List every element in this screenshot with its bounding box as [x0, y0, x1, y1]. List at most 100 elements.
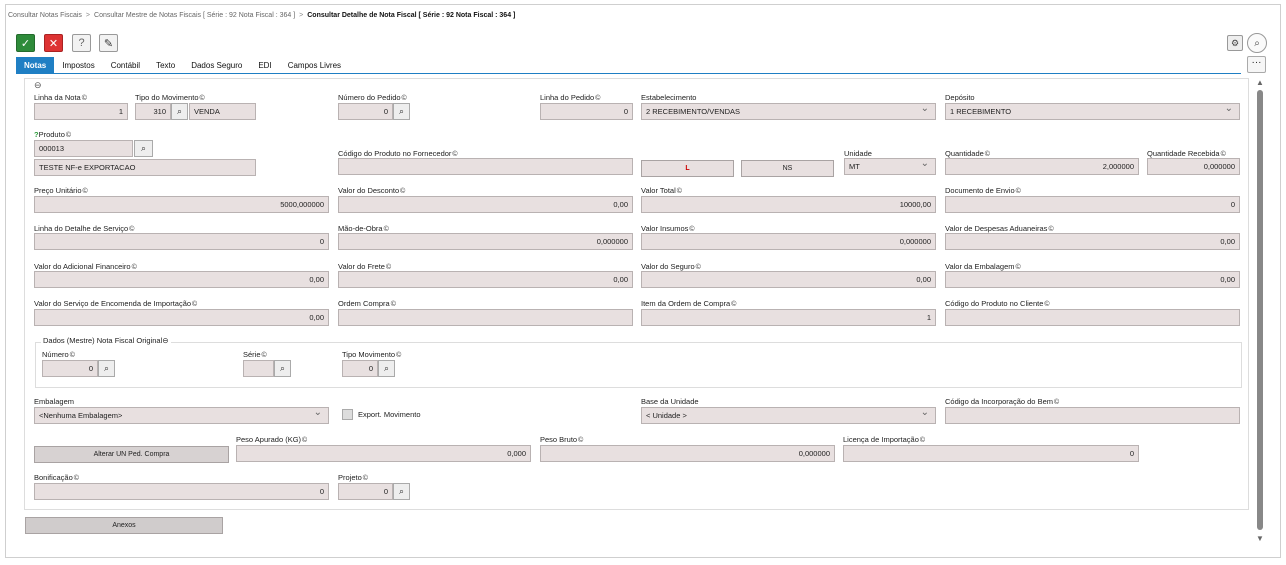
label-numero: Número©	[42, 350, 75, 359]
search-icon[interactable]: ⌕	[393, 483, 410, 500]
deposito-select[interactable]: 1 RECEBIMENTO	[945, 103, 1240, 120]
valor-embalagem-field[interactable]: 0,00	[945, 271, 1240, 288]
mao-obra-field[interactable]: 0,000000	[338, 233, 633, 250]
vertical-scrollbar[interactable]: ▲ ▼	[1256, 78, 1265, 544]
info-icon: ©	[199, 95, 205, 102]
info-icon: ©	[1054, 399, 1060, 406]
alterar-un-button[interactable]: Alterar UN Ped. Compra	[34, 446, 229, 463]
breadcrumb-item-mestre[interactable]: Consultar Mestre de Notas Fiscais [ Séri…	[94, 12, 295, 19]
desp-aduaneiras-field[interactable]: 0,00	[945, 233, 1240, 250]
l-box: L	[641, 160, 734, 177]
cod-cliente-field[interactable]	[945, 309, 1240, 326]
cod-incorp-field[interactable]	[945, 407, 1240, 424]
search-icon[interactable]: ⌕	[98, 360, 115, 377]
search-icon: ⌕	[1254, 37, 1260, 49]
linha-pedido-field[interactable]: 0	[540, 103, 633, 120]
search-icon[interactable]: ⌕	[274, 360, 291, 377]
info-icon: ©	[383, 226, 389, 233]
tipo-movimento-code-field[interactable]: 310	[135, 103, 171, 120]
label-projeto: Projeto©	[338, 473, 368, 482]
tools-button[interactable]: ✎	[99, 34, 118, 52]
tipo-movimento-orig-field[interactable]: 0	[342, 360, 378, 377]
confirm-button[interactable]: ✓	[16, 34, 35, 52]
adic-financeiro-field[interactable]: 0,00	[34, 271, 329, 288]
label-valor-desconto: Valor do Desconto©	[338, 186, 406, 195]
cod-fornecedor-field[interactable]	[338, 158, 633, 175]
numero-pedido-field[interactable]: 0	[338, 103, 393, 120]
tab-contabil[interactable]: Contábil	[103, 57, 148, 74]
item-ordem-field[interactable]: 1	[641, 309, 936, 326]
label-peso-apurado: Peso Apurado (KG)©	[236, 435, 308, 444]
doc-envio-field[interactable]: 0	[945, 196, 1240, 213]
tipo-movimento-desc-field[interactable]: VENDA	[189, 103, 256, 120]
breadcrumb-current: Consultar Detalhe de Nota Fiscal [ Série…	[307, 12, 516, 19]
label-valor-total: Valor Total©	[641, 186, 682, 195]
valor-insumos-field[interactable]: 0,000000	[641, 233, 936, 250]
label-linha-nota: Linha da Nota©	[34, 93, 87, 102]
settings-button[interactable]: ⚙	[1227, 35, 1243, 51]
label-item-ordem: Item da Ordem de Compra©	[641, 299, 737, 308]
search-icon[interactable]: ⌕	[378, 360, 395, 377]
scroll-thumb[interactable]	[1257, 90, 1263, 530]
tab-impostos[interactable]: Impostos	[54, 57, 102, 74]
qtd-recebida-field[interactable]: 0,000000	[1147, 158, 1240, 175]
ordem-compra-field[interactable]	[338, 309, 633, 326]
label-cod-cliente: Código do Produto no Cliente©	[945, 299, 1050, 308]
estabelecimento-select[interactable]: 2 RECEBIMENTO/VENDAS	[641, 103, 936, 120]
help-button[interactable]: ?	[72, 34, 91, 52]
linha-nota-field[interactable]: 1	[34, 103, 128, 120]
embalagem-select[interactable]: <Nenhuma Embalagem>	[34, 407, 329, 424]
produto-desc-field[interactable]: TESTE NF-e EXPORTACAO	[34, 159, 256, 176]
base-unidade-select[interactable]: < Unidade >	[641, 407, 936, 424]
info-icon: ©	[578, 437, 584, 444]
info-icon: ©	[919, 437, 926, 444]
search-icon[interactable]: ⌕	[171, 103, 188, 120]
gear-icon: ⚙	[1230, 37, 1240, 48]
unidade-select[interactable]: MT	[844, 158, 936, 175]
projeto-field[interactable]: 0	[338, 483, 393, 500]
licenca-field[interactable]: 0	[843, 445, 1139, 462]
tab-texto[interactable]: Texto	[148, 57, 183, 74]
search-icon[interactable]: ⌕	[134, 140, 153, 157]
tab-edi[interactable]: EDI	[250, 57, 279, 74]
label-embalagem: Embalagem	[34, 397, 75, 406]
scroll-down-icon[interactable]: ▼	[1256, 534, 1264, 543]
label-preco-unitario: Preço Unitário©	[34, 186, 88, 195]
tab-campos-livres[interactable]: Campos Livres	[280, 57, 349, 74]
anexos-button[interactable]: Anexos	[25, 517, 223, 534]
label-qtd-recebida: Quantidade Recebida©	[1147, 149, 1226, 158]
produto-code-field[interactable]: 000013	[34, 140, 133, 157]
label-desp-aduaneiras: Valor de Despesas Aduaneiras©	[945, 224, 1054, 233]
scroll-up-icon[interactable]: ▲	[1256, 78, 1264, 87]
quantidade-field[interactable]: 2,000000	[945, 158, 1139, 175]
peso-bruto-field[interactable]: 0,000000	[540, 445, 835, 462]
tab-dados-seguro[interactable]: Dados Seguro	[183, 57, 250, 74]
info-icon: ©	[396, 352, 402, 359]
more-button[interactable]: ···	[1247, 56, 1266, 73]
valor-desconto-field[interactable]: 0,00	[338, 196, 633, 213]
label-valor-insumos: Valor Insumos©	[641, 224, 695, 233]
bonificacao-field[interactable]: 0	[34, 483, 329, 500]
search-icon[interactable]: ⌕	[393, 103, 410, 120]
preco-unitario-field[interactable]: 5000,000000	[34, 196, 329, 213]
serv-encomenda-field[interactable]: 0,00	[34, 309, 329, 326]
collapse-icon[interactable]: ⊖	[34, 80, 42, 91]
breadcrumb-sep: >	[85, 12, 91, 19]
search-button[interactable]: ⌕	[1247, 33, 1267, 53]
breadcrumb-item-notas[interactable]: Consultar Notas Fiscais	[8, 12, 82, 19]
label-cod-fornecedor: Código do Produto no Fornecedor©	[338, 149, 458, 158]
valor-seguro-field[interactable]: 0,00	[641, 271, 936, 288]
linha-servico-field[interactable]: 0	[34, 233, 329, 250]
cancel-button[interactable]: ✕	[44, 34, 63, 52]
numero-field[interactable]: 0	[42, 360, 98, 377]
info-icon: ©	[390, 301, 396, 308]
label-ordem-compra: Ordem Compra©	[338, 299, 396, 308]
tab-underline	[16, 73, 1241, 74]
info-icon: ©	[73, 475, 79, 482]
tab-notas[interactable]: Notas	[16, 57, 55, 74]
valor-frete-field[interactable]: 0,00	[338, 271, 633, 288]
valor-total-field[interactable]: 10000,00	[641, 196, 936, 213]
peso-apurado-field[interactable]: 0,000	[236, 445, 531, 462]
export-movimento-checkbox[interactable]	[342, 409, 353, 420]
serie-field[interactable]	[243, 360, 274, 377]
